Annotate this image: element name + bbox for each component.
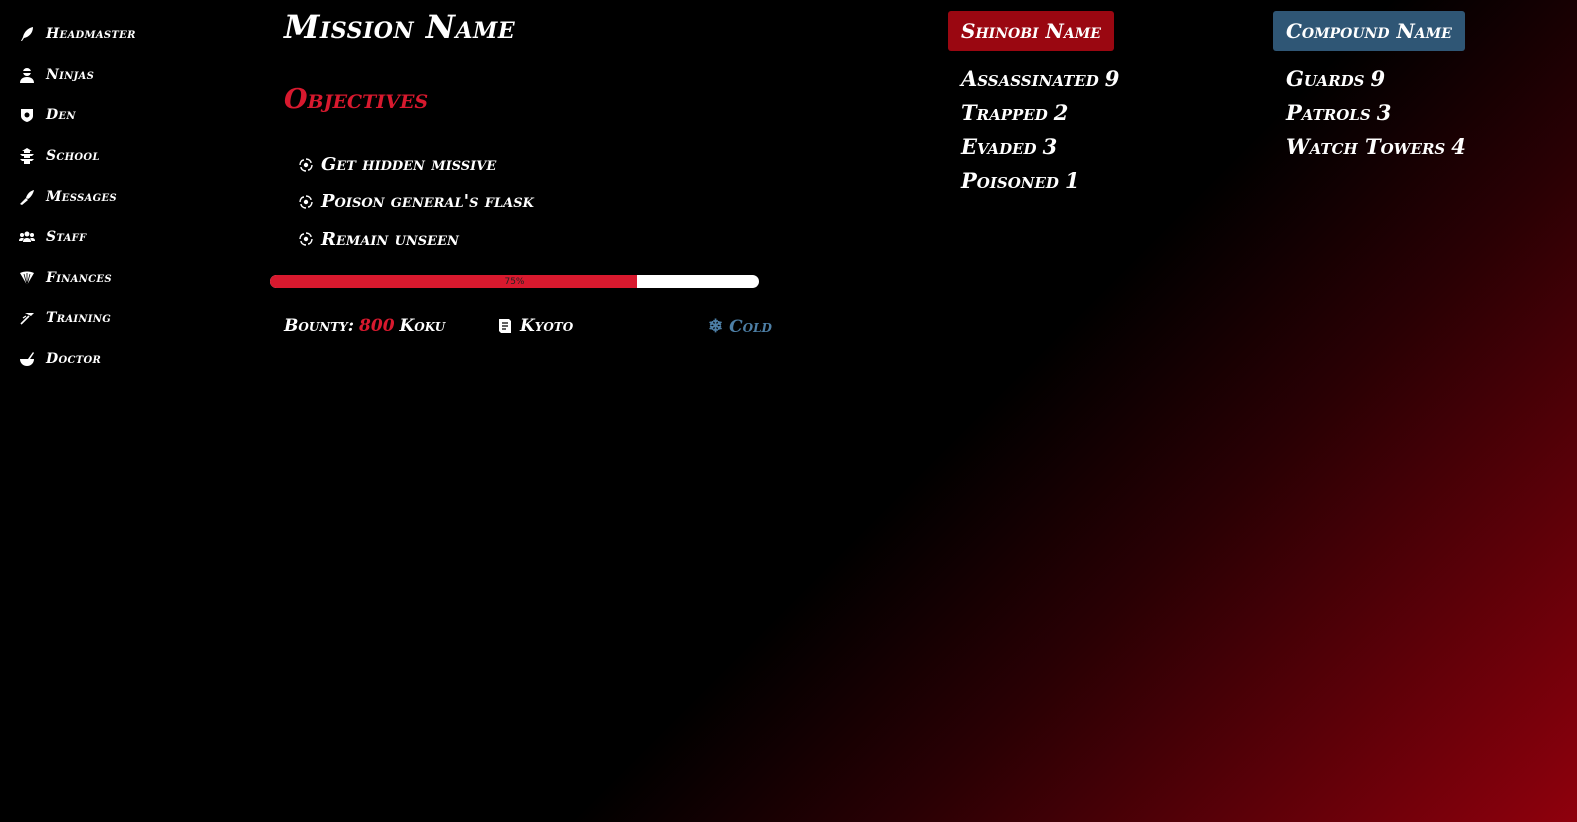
- weather-text: Cold: [729, 316, 772, 337]
- stat-item: Trapped 2: [961, 96, 1119, 130]
- sidebar-item-finances[interactable]: Finances: [18, 258, 218, 299]
- sidebar-item-headmaster[interactable]: Headmaster: [18, 14, 218, 55]
- shinobi-stats: Shinobi Name Assassinated 9 Trapped 2 Evad…: [948, 11, 1119, 198]
- sidebar-item-label: Finances: [46, 269, 112, 286]
- shinobi-stat-list: Assassinated 9 Trapped 2 Evaded 3 Poisoned 1: [948, 62, 1119, 198]
- sidebar-item-school[interactable]: School: [18, 136, 218, 177]
- stat-value: 9: [1104, 66, 1120, 91]
- sidebar-item-label: Den: [46, 107, 76, 124]
- objectives-heading: Objectives: [284, 84, 429, 115]
- running-icon: [18, 309, 36, 327]
- sidebar-item-label: School: [46, 148, 100, 165]
- bird-icon: [18, 188, 36, 206]
- shield-icon: [18, 106, 36, 124]
- mission-title: Mission Name: [284, 8, 516, 46]
- objective-item: Remain unseen: [298, 221, 534, 258]
- objective-item: Get hidden missive: [298, 146, 534, 183]
- progress-label: 75%: [504, 276, 525, 287]
- stat-value: 9: [1370, 66, 1386, 91]
- shuriken-icon: [298, 157, 314, 173]
- stat-value: 4: [1451, 134, 1466, 159]
- ninja-icon: [18, 66, 36, 84]
- sidebar-item-label: Staff: [46, 229, 87, 246]
- sidebar-item-label: Headmaster: [46, 26, 136, 43]
- map-scroll-icon: [497, 318, 513, 334]
- stat-item: Poisoned 1: [961, 164, 1119, 198]
- stat-label: Guards: [1286, 66, 1365, 91]
- bounty-unit: Koku: [399, 316, 446, 336]
- location-name: Kyoto: [520, 316, 574, 336]
- mission-weather: ❄ Cold: [708, 316, 772, 337]
- bounty: Bounty: 800 Koku: [284, 316, 445, 336]
- stat-label: Watch Towers: [1286, 134, 1446, 159]
- sidebar-item-label: Doctor: [46, 351, 102, 368]
- sidebar-item-label: Ninjas: [46, 66, 95, 83]
- stat-item: Assassinated 9: [961, 62, 1119, 96]
- quill-icon: [18, 25, 36, 43]
- objectives-list: Get hidden missive Poison general's flas…: [298, 146, 534, 258]
- stat-item: Evaded 3: [961, 130, 1119, 164]
- sidebar-item-label: Messages: [46, 188, 117, 205]
- stat-item: Watch Towers 4: [1286, 130, 1466, 164]
- shuriken-icon: [298, 194, 314, 210]
- mission-location: Kyoto: [497, 316, 573, 336]
- compound-stats: Compound Name Guards 9 Patrols 3 Watch Tow…: [1273, 11, 1466, 164]
- sidebar-item-den[interactable]: Den: [18, 95, 218, 136]
- shinobi-name-badge[interactable]: Shinobi Name: [948, 11, 1114, 51]
- stat-value: 1: [1064, 168, 1080, 193]
- stat-label: Evaded: [961, 134, 1037, 159]
- mortar-icon: [18, 350, 36, 368]
- users-icon: [18, 228, 36, 246]
- bounty-label: Bounty:: [284, 316, 355, 336]
- snowflake-icon: ❄: [708, 316, 724, 337]
- objective-text: Get hidden missive: [321, 154, 497, 176]
- stat-value: 3: [1376, 100, 1392, 125]
- sidebar-nav: Headmaster Ninjas Den School Messages St…: [18, 14, 218, 379]
- sidebar-item-staff[interactable]: Staff: [18, 217, 218, 258]
- shuriken-icon: [298, 231, 314, 247]
- stat-label: Poisoned: [961, 168, 1059, 193]
- objective-text: Remain unseen: [321, 228, 459, 250]
- objective-text: Poison general's flask: [321, 191, 534, 213]
- objective-item: Poison general's flask: [298, 183, 534, 220]
- sidebar-item-label: Training: [46, 310, 112, 327]
- sidebar-item-messages[interactable]: Messages: [18, 176, 218, 217]
- mission-progress-bar: 75%: [270, 275, 759, 288]
- compound-name-badge[interactable]: Compound Name: [1273, 11, 1465, 51]
- stat-label: Patrols: [1286, 100, 1371, 125]
- stat-value: 2: [1053, 100, 1069, 125]
- stat-label: Trapped: [961, 100, 1048, 125]
- sidebar-item-ninjas[interactable]: Ninjas: [18, 55, 218, 96]
- stat-item: Guards 9: [1286, 62, 1466, 96]
- bounty-amount: 800: [359, 316, 395, 336]
- sidebar-item-training[interactable]: Training: [18, 298, 218, 339]
- stat-item: Patrols 3: [1286, 96, 1466, 130]
- stat-value: 3: [1042, 134, 1058, 159]
- pagoda-icon: [18, 147, 36, 165]
- compound-stat-list: Guards 9 Patrols 3 Watch Towers 4: [1273, 62, 1466, 164]
- fan-icon: [18, 269, 36, 287]
- stat-label: Assassinated: [961, 66, 1099, 91]
- sidebar-item-doctor[interactable]: Doctor: [18, 339, 218, 380]
